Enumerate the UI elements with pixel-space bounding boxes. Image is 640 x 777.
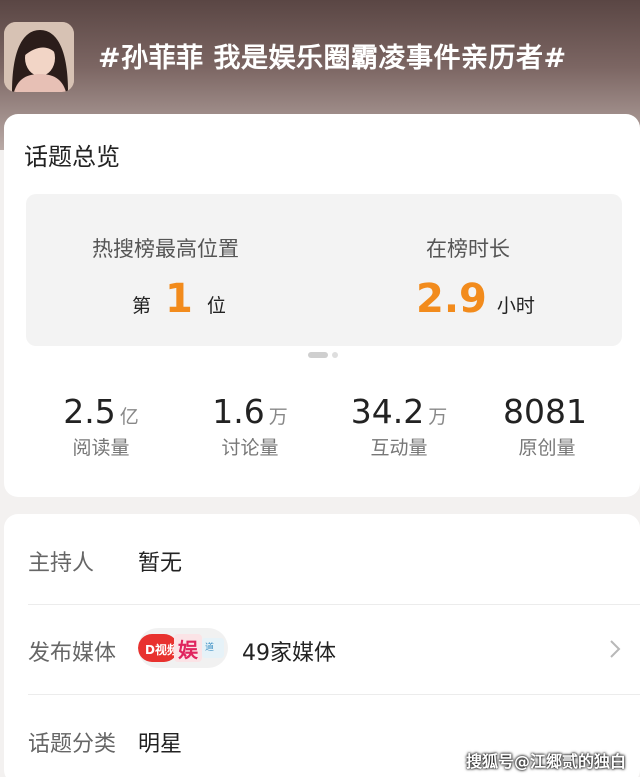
hot-rank-number: 1 [165,276,193,322]
category-label: 话题分类 [28,732,117,757]
stat-read: 2.5 亿 阅读量 [36,392,166,460]
divider [28,694,640,695]
media-value[interactable]: 49家媒体 [242,635,336,667]
stat-interact-label: 互动量 [370,437,428,459]
category-value: 明星 [138,732,183,757]
stat-discuss-unit: 万 [268,406,288,428]
stat-read-unit: 亿 [119,406,139,428]
stat-discuss-label: 讨论量 [221,437,279,459]
avatar[interactable] [4,22,74,92]
avatar-photo-icon [4,22,74,92]
duration-number: 2.9 [416,276,487,322]
stat-interact-value: 34.2 [350,392,425,431]
media-logos-icon[interactable]: D视频 娱 道 [138,628,228,668]
overview-title: 话题总览 [24,143,120,171]
watermark: 搜狐号@江郷贰的独白 [466,752,627,771]
svg-text:D视频: D视频 [145,642,179,657]
carousel-dot-active [308,352,328,358]
hot-rank-value: 第 1 位 [132,276,226,322]
carousel-indicator[interactable] [308,352,338,358]
host-value: 暂无 [138,551,183,576]
stat-read-label: 阅读量 [72,437,130,459]
stat-original: 8081 原创量 [482,392,612,460]
media-label: 发布媒体 [28,641,117,666]
duration-label: 在榜时长 [426,237,510,261]
stat-discuss: 1.6 万 讨论量 [185,392,315,460]
hot-rank-label: 热搜榜最高位置 [92,237,239,261]
stat-interact-unit: 万 [428,406,448,428]
hot-rank-prefix: 第 [132,295,152,317]
host-label: 主持人 [28,551,95,576]
duration-unit: 小时 [496,295,535,317]
stat-original-label: 原创量 [518,437,576,459]
hot-rank-suffix: 位 [206,295,226,317]
hot-search-panel[interactable] [26,194,622,346]
svg-text:道: 道 [205,641,214,653]
stat-original-value: 8081 [503,392,587,431]
stat-discuss-value: 1.6 [212,392,265,431]
stat-read-value: 2.5 [63,392,116,431]
carousel-dot [332,352,338,358]
stat-interact: 34.2 万 互动量 [334,392,464,460]
divider [28,604,640,605]
duration-value: 2.9 小时 [416,276,535,322]
svg-text:娱: 娱 [178,638,199,662]
chevron-right-icon[interactable] [606,638,624,660]
topic-title: #孙菲菲 我是娱乐圈霸凌事件亲历者# [98,43,567,74]
